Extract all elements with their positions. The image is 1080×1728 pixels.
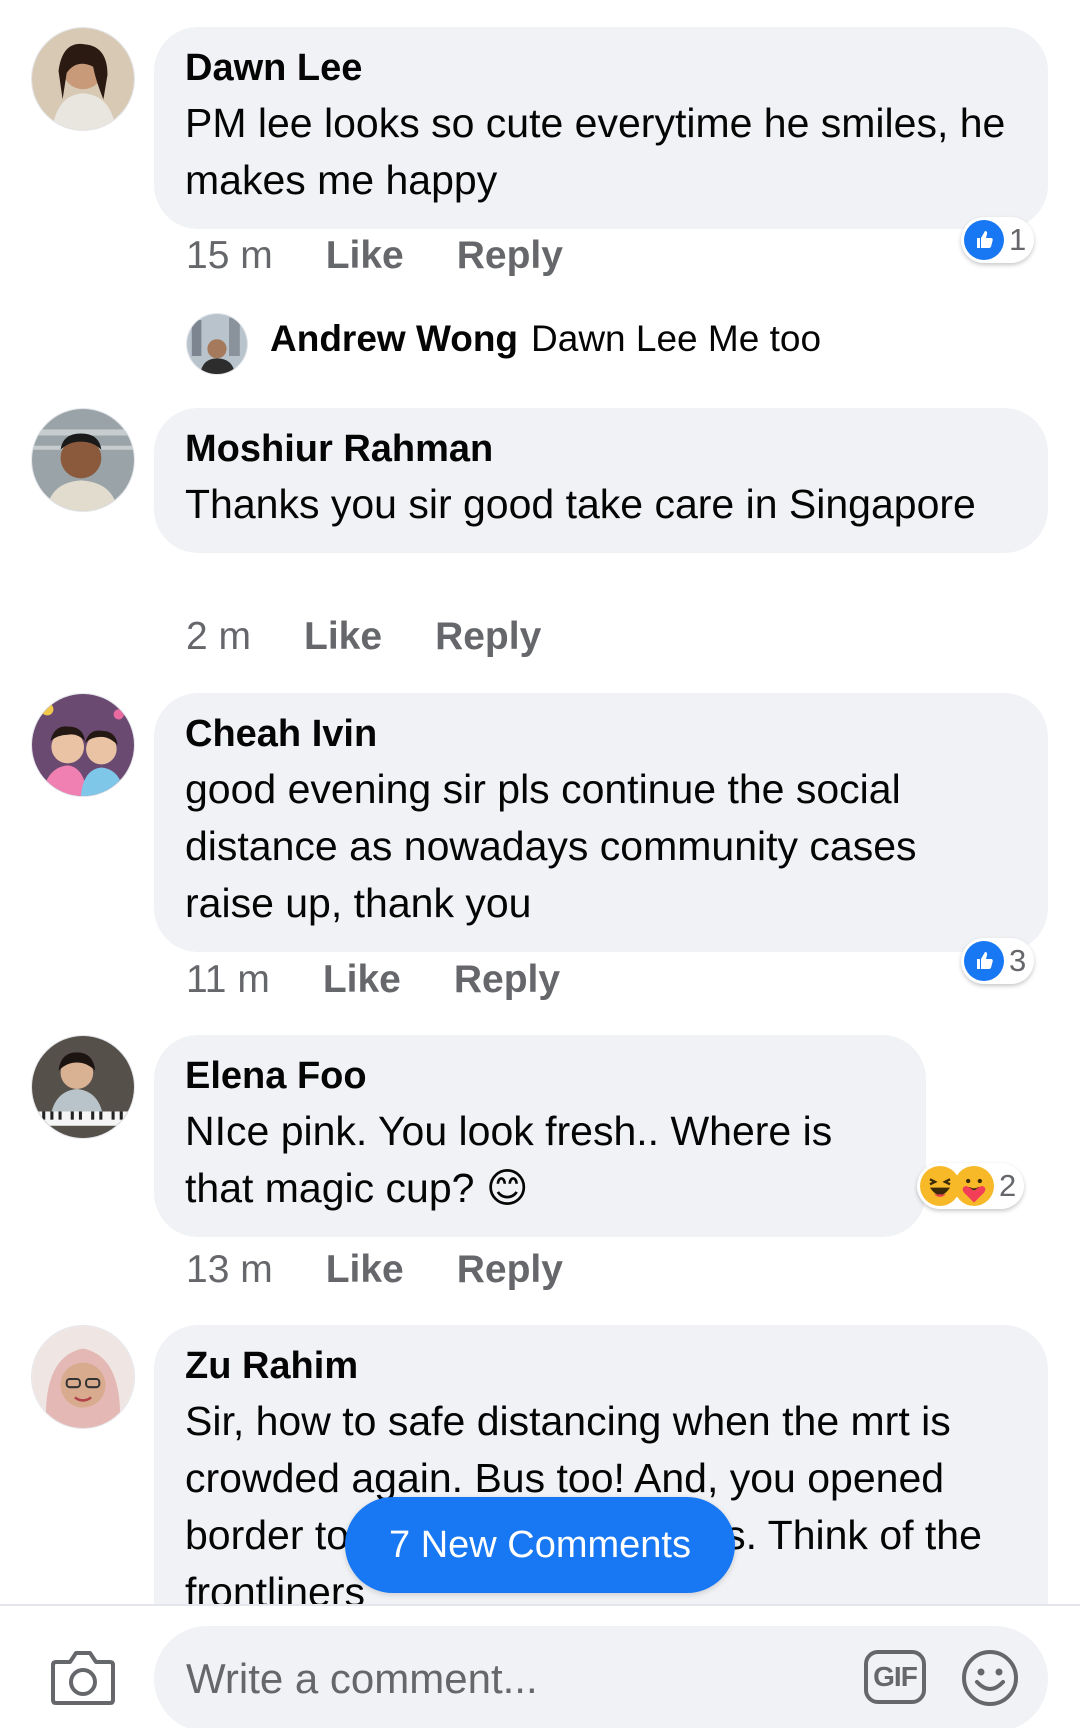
reply-button[interactable]: Reply [457, 1248, 563, 1292]
reply-button[interactable]: Reply [457, 234, 563, 278]
comments-feed: Dawn Lee PM lee looks so cute everytime … [0, 0, 1080, 1604]
comment-bubble: Dawn Lee PM lee looks so cute everytime … [154, 27, 1048, 229]
smiley-face-icon[interactable] [960, 1648, 1020, 1708]
reaction-count: 3 [1009, 943, 1027, 978]
reaction-summary[interactable]: 1 [961, 217, 1035, 263]
comment-text: good evening sir pls continue the social… [185, 766, 917, 926]
gif-button[interactable]: GIF [864, 1650, 926, 1704]
comment-author[interactable]: Cheah Ivin [185, 711, 1016, 757]
reply-preview[interactable]: Andrew Wong Dawn Lee Me too [186, 318, 821, 360]
like-button[interactable]: Like [304, 615, 382, 659]
reply-button[interactable]: Reply [435, 615, 541, 659]
comment-text: Thanks you sir good take care in Singapo… [185, 481, 976, 527]
comment-bubble: Moshiur Rahman Thanks you sir good take … [154, 408, 1048, 553]
reaction-count: 1 [1009, 222, 1027, 257]
comment-time[interactable]: 2 m [186, 615, 251, 659]
reply-text: Dawn Lee Me too [531, 318, 822, 359]
reply-button[interactable]: Reply [454, 958, 560, 1002]
comment-actions: 11 m Like Reply [186, 958, 560, 1002]
smiling-face-emoji: 😊 [485, 1165, 529, 1211]
reaction-summary[interactable]: 3 [961, 938, 1035, 984]
comment-text: NIce pink. You look fresh.. Where is tha… [185, 1103, 894, 1217]
thumbs-up-icon [964, 220, 1004, 260]
comment-time[interactable]: 11 m [186, 958, 270, 1002]
like-button[interactable]: Like [326, 1248, 404, 1292]
avatar[interactable] [31, 27, 135, 131]
comment-author[interactable]: Elena Foo [185, 1053, 894, 1099]
comment-placeholder: Write a comment... [186, 1655, 538, 1702]
comment-author[interactable]: Dawn Lee [185, 45, 1016, 91]
comment-composer: Write a comment... GIF [0, 1604, 1080, 1728]
new-comments-button[interactable]: 7 New Comments [345, 1497, 735, 1593]
comment-time[interactable]: 13 m [186, 1248, 273, 1292]
avatar[interactable] [31, 408, 135, 512]
comment-actions: 15 m Like Reply [186, 234, 563, 278]
reply-author[interactable]: Andrew Wong [270, 318, 518, 360]
comment-actions: 2 m Like Reply [186, 615, 541, 659]
comment-author[interactable]: Zu Rahim [185, 1343, 1016, 1389]
comment-author[interactable]: Moshiur Rahman [185, 426, 1016, 472]
like-button[interactable]: Like [323, 958, 401, 1002]
comment-bubble: Elena Foo NIce pink. You look fresh.. Wh… [154, 1035, 926, 1237]
avatar[interactable] [31, 1035, 135, 1139]
comment-bubble: Cheah Ivin good evening sir pls continue… [154, 693, 1048, 952]
comment-actions: 13 m Like Reply [186, 1248, 563, 1292]
avatar[interactable] [31, 1325, 135, 1429]
comment-text: PM lee looks so cute everytime he smiles… [185, 100, 1006, 203]
thumbs-up-icon [964, 941, 1004, 981]
camera-icon[interactable] [50, 1648, 116, 1706]
reaction-summary[interactable]: 2 [917, 1163, 1025, 1209]
reaction-count: 2 [999, 1168, 1017, 1203]
care-hug-icon [954, 1166, 994, 1206]
avatar[interactable] [31, 693, 135, 797]
comment-time[interactable]: 15 m [186, 234, 273, 278]
like-button[interactable]: Like [326, 234, 404, 278]
